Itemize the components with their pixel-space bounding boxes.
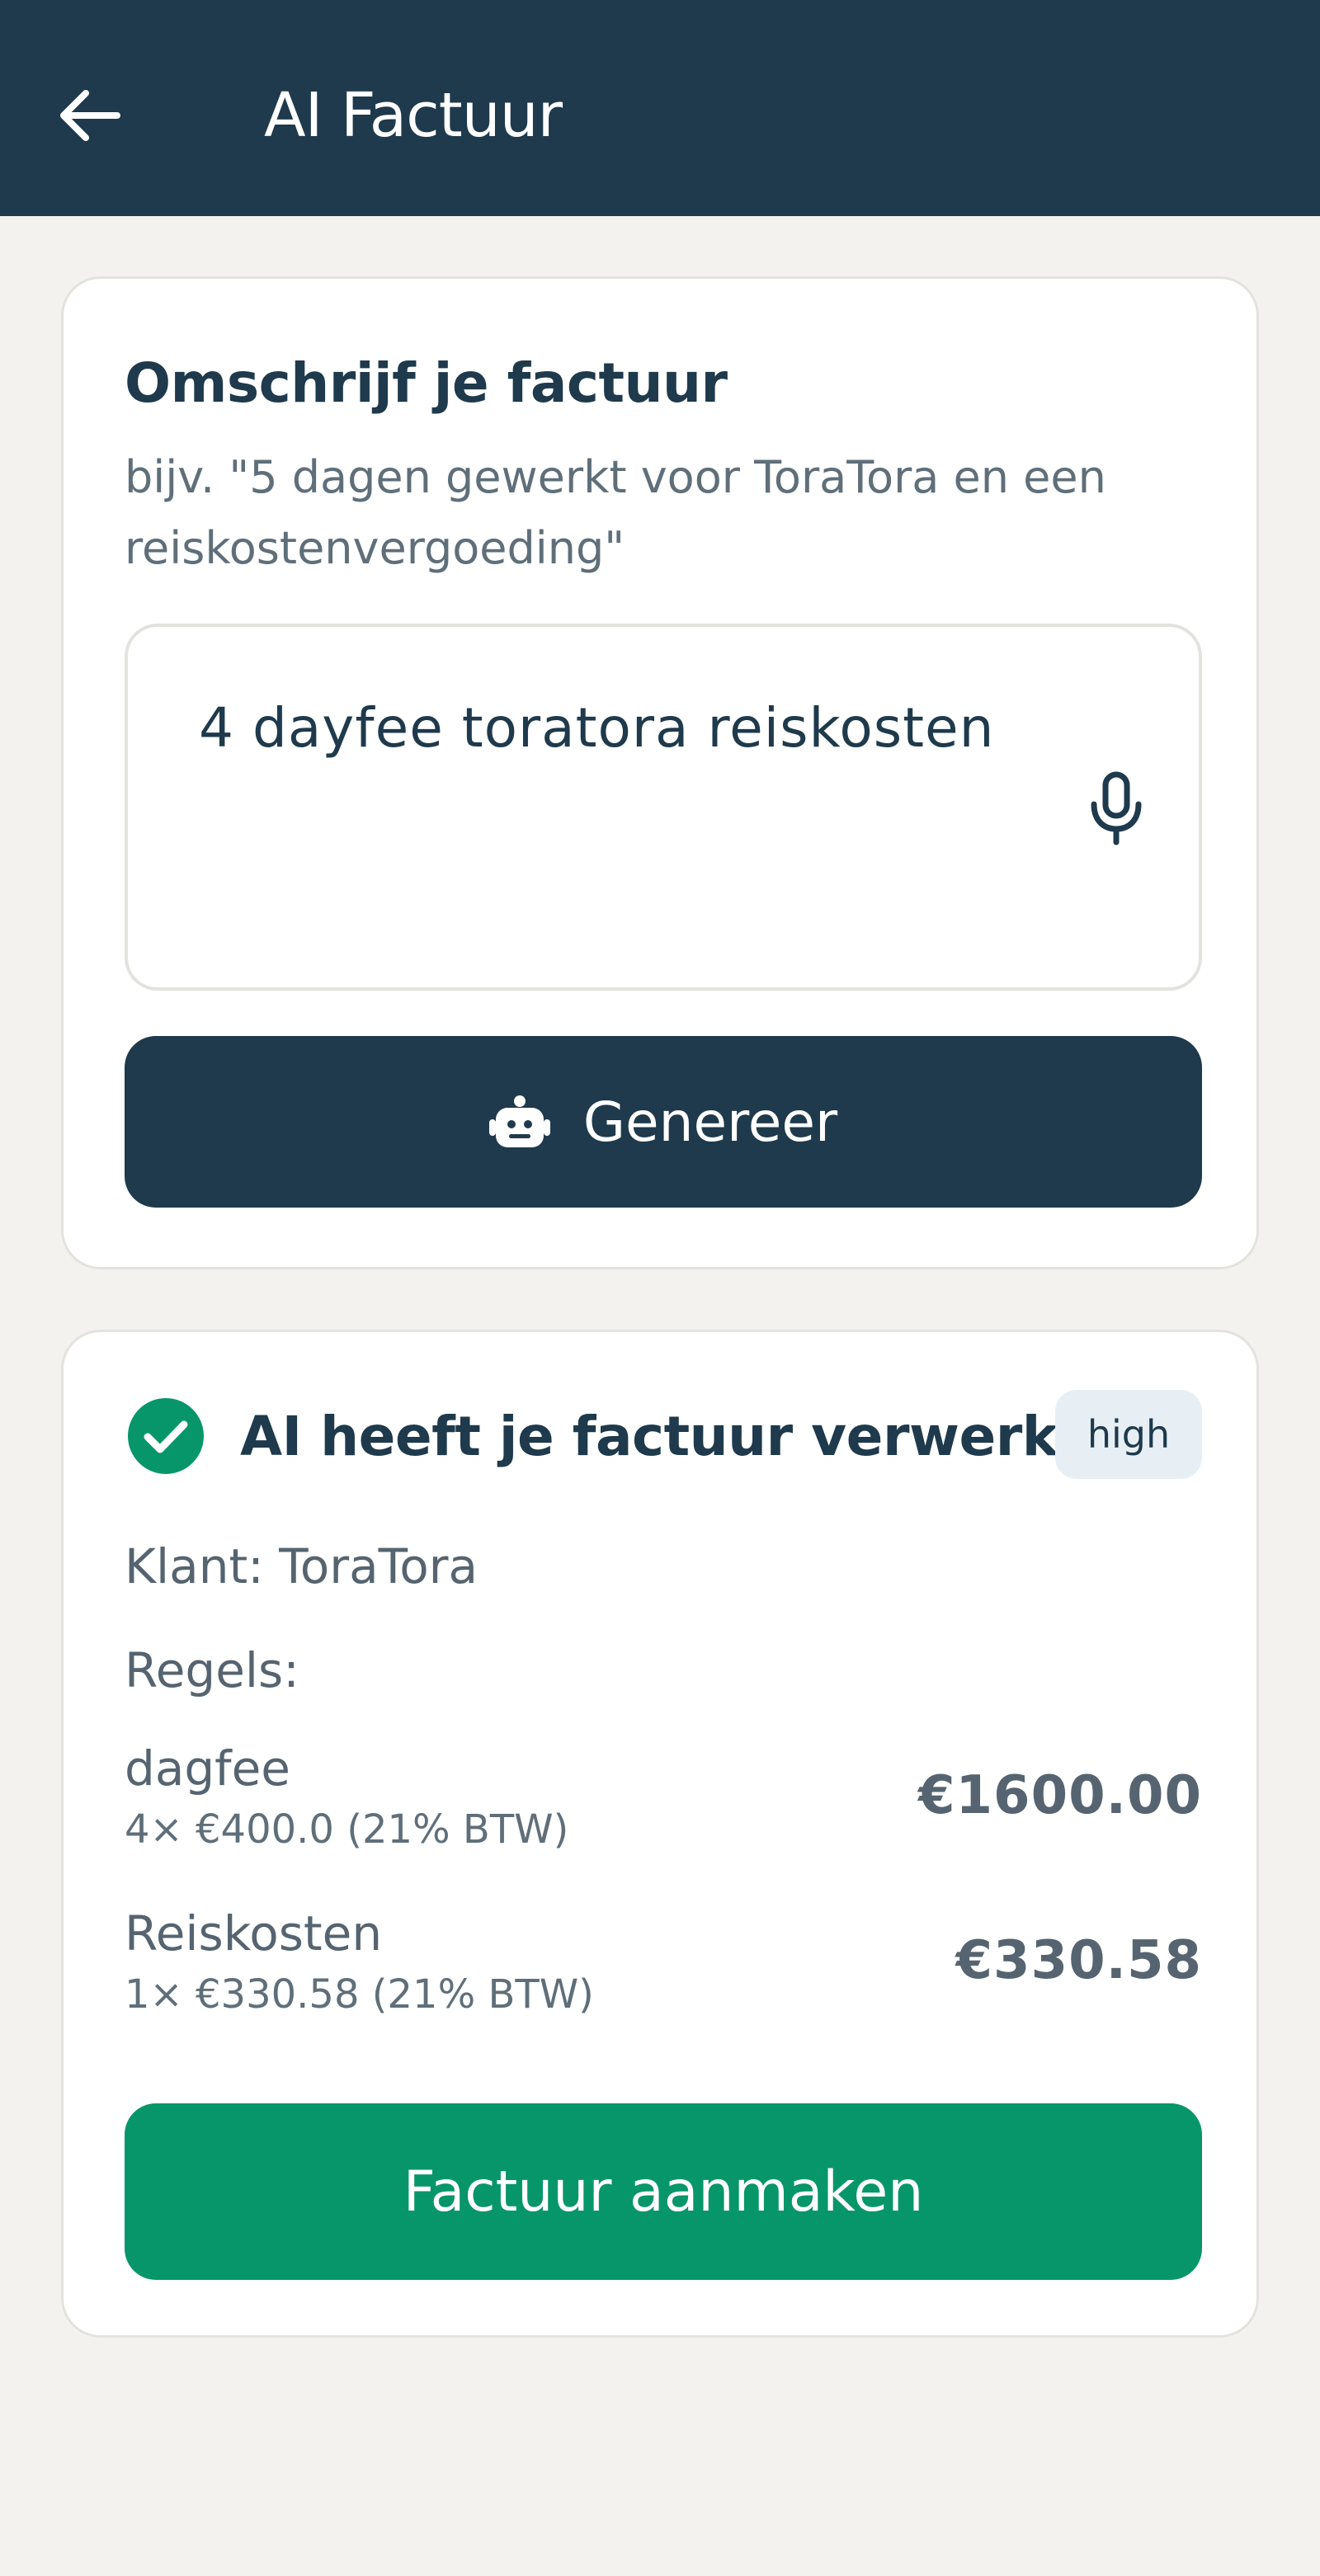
- check-circle-icon: [128, 1398, 204, 1474]
- result-status-title: AI heeft je factuur verwerkt: [240, 1405, 1084, 1468]
- describe-hint: bijv. "5 dagen gewerkt voor ToraTora en …: [125, 451, 1106, 574]
- line-item-detail: 1× €330.58 (21% BTW): [125, 1971, 594, 2018]
- invoice-line-item: dagfee 4× €400.0 (21% BTW) €1600.00: [125, 1740, 1202, 1864]
- describe-title: Omschrijf je factuur: [125, 351, 728, 415]
- back-button[interactable]: [58, 78, 148, 153]
- page-title: AI Factuur: [264, 80, 563, 151]
- prompt-input[interactable]: 4 dayfee toratora reiskosten: [125, 624, 1202, 991]
- line-item-amount: €330.58: [955, 1930, 1202, 1991]
- result-card: AI heeft je factuur verwerkt high Klant:…: [61, 1330, 1259, 2338]
- line-item-name: Reiskosten: [125, 1905, 383, 1961]
- voice-input-button[interactable]: [1083, 767, 1149, 850]
- describe-card: Omschrijf je factuur bijv. "5 dagen gewe…: [61, 276, 1259, 1269]
- line-item-name: dagfee: [125, 1740, 290, 1797]
- lines-label: Regels:: [125, 1642, 299, 1698]
- invoice-line-item: Reiskosten 1× €330.58 (21% BTW) €330.58: [125, 1905, 1202, 2029]
- arrow-left-icon: [60, 90, 120, 141]
- confidence-badge: high: [1055, 1390, 1202, 1479]
- line-item-amount: €1600.00: [917, 1765, 1202, 1826]
- line-item-detail: 4× €400.0 (21% BTW): [125, 1806, 569, 1853]
- prompt-input-value[interactable]: 4 dayfee toratora reiskosten: [199, 685, 1024, 772]
- client-label: Klant: ToraTora: [125, 1538, 478, 1594]
- create-invoice-button[interactable]: Factuur aanmaken: [125, 2103, 1202, 2280]
- generate-button-label: Genereer: [582, 1090, 838, 1154]
- robot-icon: [488, 1095, 550, 1147]
- microphone-icon: [1091, 771, 1142, 845]
- generate-button[interactable]: Genereer: [125, 1036, 1202, 1208]
- app-header: AI Factuur: [0, 0, 1320, 216]
